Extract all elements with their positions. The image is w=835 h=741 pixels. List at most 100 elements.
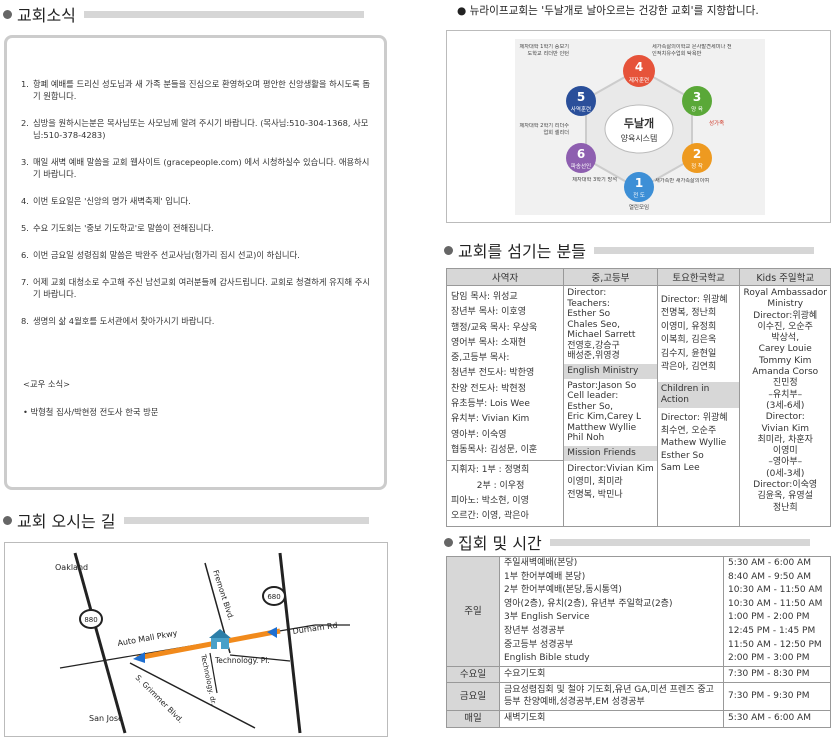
schedule-row: 1부 한어부예배 본당) 8:40 AM - 9:50 AM (447, 570, 831, 585)
schedule-row: 영아(2층), 유치(2층), 유년부 주일학교(2층) 10:30 AM - 1… (447, 597, 831, 612)
svg-text:파송선인: 파송선인 (571, 162, 591, 170)
schedule-time: 5:30 AM - 6:00 AM (723, 710, 831, 728)
notice-text: 생명의 삶 4월호를 도서관에서 찾아가시기 바랍니다. (33, 316, 215, 326)
schedule-event: 금요성령집회 및 철야 기도회,유년 GA,미션 프렌즈 중고등부 찬양예배,성… (499, 682, 724, 712)
svg-text:2: 2 (693, 147, 701, 161)
schedule-heading: 집회 및 시간 (444, 530, 810, 554)
schedule-time: 5:30 AM - 6:00 AM (723, 555, 831, 571)
notice-number: 2. (21, 118, 29, 128)
member-news: <교우 소식> • 박형철 집사/박현정 전도사 한국 방문 (23, 378, 158, 418)
minister-entry: 협동목사: 김성문, 이훈 (451, 444, 538, 455)
notice-number: 8. (21, 316, 29, 326)
kids-school-entry: Director: (765, 412, 805, 423)
children-action-entry: Sam Lee (660, 463, 700, 474)
minister-entry: 장년부 목사: 이호영 (451, 307, 526, 318)
kids-school-entry: 정난희 (772, 502, 798, 513)
schedule-row: English Bible study 2:00 PM - 3:00 PM (447, 652, 831, 667)
kids-school-entry: Amanda Corso (752, 367, 819, 378)
schedule-event: 주일새벽예배(본당) (499, 555, 724, 571)
notice-item: 7. 어제 교회 대청소로 수고해 주신 남선교회 여러분들께 감사드립니다. 교… (21, 276, 370, 300)
svg-text:정 착: 정 착 (691, 162, 703, 170)
english-ministry-entry: Matthew Wyllie (567, 422, 637, 433)
notice-text: 이번 금요일 성령집회 말씀은 박완주 선교사님(헝가리 집시 선교)이 하십니… (33, 250, 300, 260)
kids-school-entry: –유치부– (768, 389, 803, 400)
heading-rule (123, 516, 369, 524)
grimmer-label: S. Grimmer Blvd. (134, 673, 186, 725)
notice-number: 7. (21, 277, 29, 287)
staff-title: 교회를 섬기는 분들 (458, 242, 586, 261)
schedule-time: 10:30 AM - 11:50 AM (723, 597, 831, 612)
notice-text: 어제 교회 대청소로 수고해 주신 남선교회 여러분들께 감사드립니다. 교회로… (33, 277, 370, 299)
children-action-title: Children in Action (657, 382, 740, 409)
sanjose-label: San Jose (89, 714, 123, 723)
minister-entry: 중,고등부 목사: (451, 353, 510, 364)
schedule-category: 매일 (446, 710, 500, 728)
step-1-desc: 열린모임 (628, 205, 650, 211)
schedule-time: 1:00 PM - 2:00 PM (723, 611, 831, 625)
bullet-icon (3, 515, 12, 525)
minister-entry: 찬양 전도사: 박현정 (451, 383, 526, 394)
center-subtitle: 양육시스템 (621, 133, 658, 143)
kids-school-entry: Director:이숙영 (753, 480, 818, 491)
kids-school-entry: –영아부– (768, 457, 803, 468)
notice-item: 5. 수요 기도회는 '중보 기도학교'로 말씀이 전해집니다. (21, 222, 370, 234)
step-1-circle: 1 전 도 (624, 172, 654, 202)
music-staff-entry: 오르간: 이영, 곽은아 (451, 511, 529, 522)
korean-school-entry: 전명복, 정난희 (660, 308, 717, 319)
schedule-time: 7:30 PM - 8:30 PM (723, 665, 831, 684)
english-ministry-entry: Phil Noh (567, 433, 605, 443)
step-2-desc: 새가족반 새가족삶의이여 (655, 178, 710, 184)
oakland-label: Oakland (55, 563, 88, 572)
automall-label: Auto Mall Pkwy (117, 629, 179, 648)
notice-text: 심방을 원하시는분은 목사님또는 사모님께 알려 주시기 바랍니다. (목사님:… (33, 118, 369, 140)
mission-friends-entry: Director:Vivian Kim (567, 463, 654, 474)
staff-col-header: 토요한국학교 (656, 268, 741, 286)
kids-school-entry: 진민정 (772, 378, 798, 389)
notices-title: 교회소식 (17, 6, 76, 25)
grimmer-line (129, 662, 256, 729)
notice-number: 3. (21, 157, 29, 167)
schedule-event: 새벽기도회 (499, 710, 724, 728)
children-action-entry: Esther So (660, 450, 704, 461)
youth-staff-entry: Chales Seo, (567, 319, 620, 330)
kids-cell: Royal Ambassador Ministry Director:위광혜 이수진,… (739, 284, 831, 528)
vision-subtitle: ● 뉴라이프교회는 '두날개로 날아오르는 건강한 교회'를 지향합니다. (457, 5, 759, 17)
schedule-event: 2부 한어부예배(본당,동시통역) (499, 584, 724, 598)
korean-school-entry: 곽은아, 김연희 (660, 362, 717, 373)
english-ministry-title: English Ministry (564, 363, 657, 379)
schedule-row: 금요일 금요성령집회 및 철야 기도회,유년 GA,미션 프렌즈 중고등부 찬양예… (446, 682, 831, 712)
schedule-event: 장년부 성경공부 (499, 624, 724, 639)
schedule-row: 수요일 수요기도회 7:30 PM - 8:30 PM (446, 665, 831, 684)
notice-item: 2. 심방을 원하시는분은 목사님또는 사모님께 알려 주시기 바랍니다. (목사… (21, 117, 370, 141)
schedule-time: 8:40 AM - 9:50 AM (723, 570, 831, 585)
step-6-circle: 6 파송선인 (566, 143, 596, 173)
schedule-row: 2부 한어부예배(본당,동시통역) 10:30 AM - 11:50 AM (447, 584, 831, 598)
schedule-row: 3부 English Service 1:00 PM - 2:00 PM (447, 611, 831, 625)
kids-school-entry: 이영미 (772, 446, 798, 457)
durham-label: Durham Rd (292, 621, 338, 636)
kids-school-entry: 박상석, (771, 333, 800, 344)
schedule-event: 중고등부 성경공부 (499, 638, 724, 653)
schedule-row: 매일 새벽기도회 5:30 AM - 6:00 AM (446, 710, 831, 728)
notices-list: 1. 항폐 예배를 드리신 성도님과 새 가족 분들을 진심으로 환영하오며 평안… (7, 38, 384, 327)
notice-number: 6. (21, 250, 29, 260)
schedule-event: 수요기도회 (499, 665, 724, 684)
music-staff-entry: 피아노: 박소현, 이영 (451, 495, 529, 506)
directions-title: 교회 오시는 길 (17, 512, 116, 531)
staff-col-header: 중,고등부 (563, 268, 658, 286)
church-icon (209, 629, 231, 649)
step-4-circle: 4 제자훈련 (623, 55, 655, 87)
schedule-category: 주일 (446, 556, 500, 667)
kids-school-entry: Vivian Kim (761, 423, 809, 434)
notice-number: 5. (21, 223, 29, 233)
bullet-icon (3, 9, 12, 19)
notice-item: 8. 생명의 삶 4월호를 도서관에서 찾아가시기 바랍니다. (21, 315, 370, 327)
music-staff-entry: 2부 : 이우정 (451, 480, 525, 491)
staff-col-header: Kids 주일학교 (739, 268, 831, 286)
kids-school-entry: (3세-6세) (766, 400, 805, 411)
svg-text:전 도: 전 도 (633, 191, 645, 199)
minister-entry: 영어부 목사: 소재현 (451, 337, 526, 348)
children-action-entry: Mathew Wyllie (660, 438, 727, 449)
extra-left-desc: 제자대학 3학기 방석 (572, 177, 617, 183)
youth-staff-entry: Director: (567, 288, 607, 298)
